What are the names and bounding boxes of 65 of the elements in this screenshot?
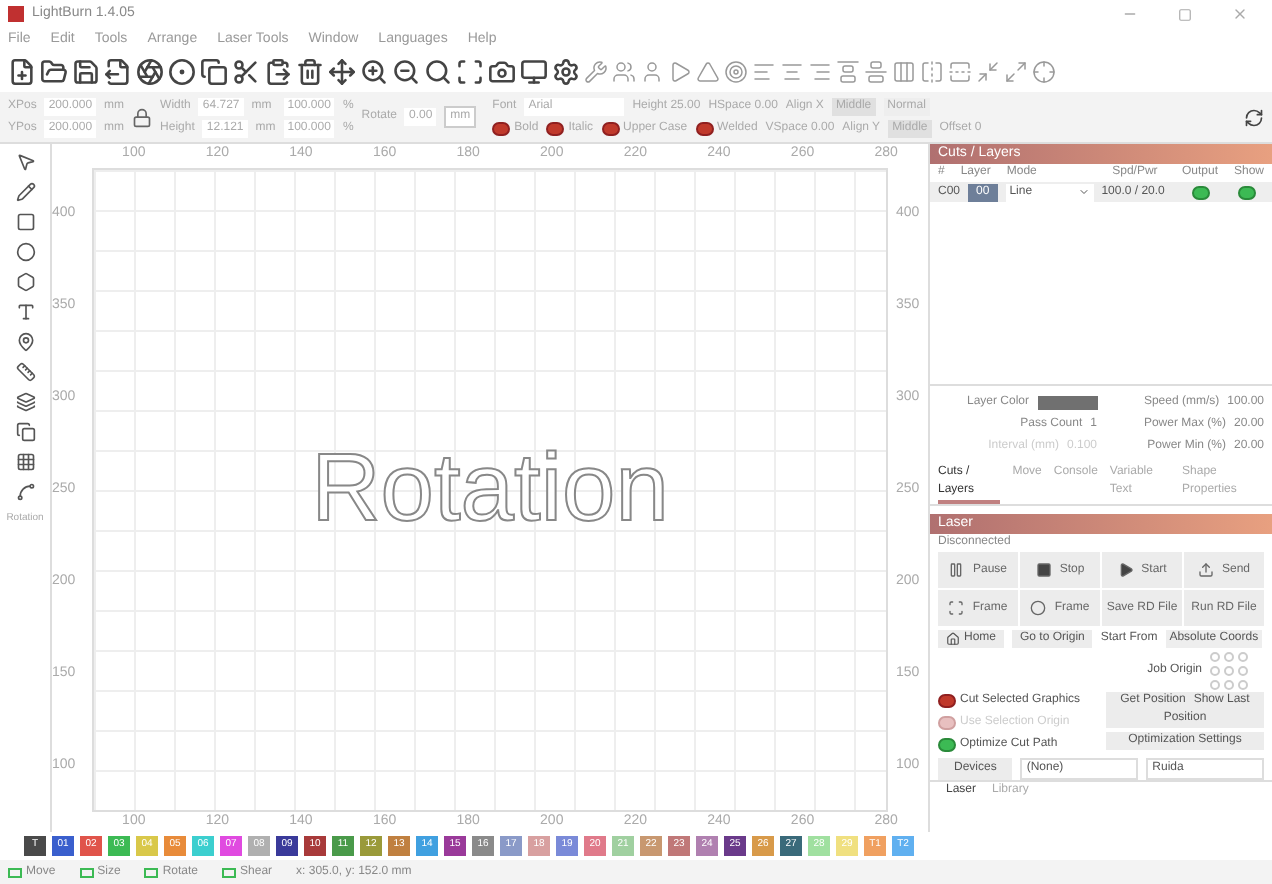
- home-icon: [946, 632, 960, 646]
- shrink-icon[interactable]: [976, 60, 1000, 84]
- mode-icon: [144, 867, 159, 877]
- copy-icon[interactable]: [15, 422, 35, 442]
- group-icon[interactable]: [612, 60, 636, 84]
- mode-icon: [8, 867, 22, 877]
- pencil-icon[interactable]: [15, 182, 35, 202]
- copy-icon[interactable]: [200, 58, 228, 86]
- export-icon[interactable]: [104, 58, 132, 86]
- target-icon[interactable]: [724, 60, 748, 84]
- polygon-icon[interactable]: [15, 272, 35, 292]
- ruler-icon[interactable]: [15, 362, 35, 382]
- search-icon[interactable]: [424, 58, 452, 86]
- frame-icon: [948, 600, 965, 616]
- wrench-icon[interactable]: [584, 60, 608, 84]
- crosshair-icon[interactable]: [1032, 60, 1056, 84]
- layer-color-swatch[interactable]: [1037, 396, 1097, 410]
- checkbox[interactable]: [938, 694, 956, 708]
- expand-icon[interactable]: [1004, 60, 1028, 84]
- grid-icon[interactable]: [15, 452, 35, 472]
- move-icon[interactable]: [328, 58, 356, 86]
- folder-icon[interactable]: [40, 58, 68, 86]
- pause-icon: [948, 562, 965, 578]
- zoom-out-icon[interactable]: [392, 58, 420, 86]
- camera-icon[interactable]: [488, 58, 516, 86]
- checkbox[interactable]: [938, 738, 956, 752]
- checkbox[interactable]: [546, 121, 565, 135]
- text-tool-icon[interactable]: [15, 302, 35, 322]
- frame-icon[interactable]: [456, 58, 484, 86]
- rectangle-icon[interactable]: [15, 212, 35, 232]
- user-icon[interactable]: [640, 60, 664, 84]
- refresh-icon[interactable]: [1244, 107, 1264, 127]
- save-icon[interactable]: [72, 58, 100, 86]
- layers-icon[interactable]: [15, 392, 35, 412]
- app-icon: [8, 6, 24, 22]
- checkbox[interactable]: [601, 121, 620, 135]
- zoom-in-icon[interactable]: [360, 58, 388, 86]
- new-file-icon[interactable]: [8, 58, 36, 86]
- checkbox[interactable]: [492, 121, 511, 135]
- ellipse-icon[interactable]: [15, 242, 35, 262]
- paste-icon[interactable]: [264, 58, 292, 86]
- mode-icon: [79, 867, 94, 877]
- curve-icon[interactable]: [15, 482, 35, 502]
- chevron-down-icon: [1077, 186, 1090, 198]
- distribute-icon[interactable]: [892, 60, 916, 84]
- checkbox[interactable]: [1238, 185, 1257, 199]
- aperture-icon[interactable]: [136, 58, 164, 86]
- lock-icon[interactable]: [132, 107, 153, 127]
- checkbox[interactable]: [695, 121, 714, 135]
- arrow-icon[interactable]: [668, 60, 692, 84]
- send-icon: [1197, 562, 1214, 578]
- outlined-text[interactable]: Rotation: [311, 418, 669, 562]
- triangle-icon[interactable]: [696, 60, 720, 84]
- cut-icon[interactable]: [232, 58, 260, 86]
- stop-icon: [1035, 562, 1052, 578]
- monitor-icon[interactable]: [520, 58, 548, 86]
- circle-icon[interactable]: [168, 58, 196, 86]
- settings-icon[interactable]: [552, 58, 580, 86]
- trash-icon[interactable]: [296, 58, 324, 86]
- pin-icon[interactable]: [15, 332, 35, 352]
- circle-icon: [1030, 600, 1047, 616]
- play-icon: [1117, 562, 1134, 578]
- mode-icon: [222, 867, 237, 877]
- checkbox[interactable]: [1192, 185, 1211, 199]
- pointer-icon[interactable]: [15, 152, 35, 172]
